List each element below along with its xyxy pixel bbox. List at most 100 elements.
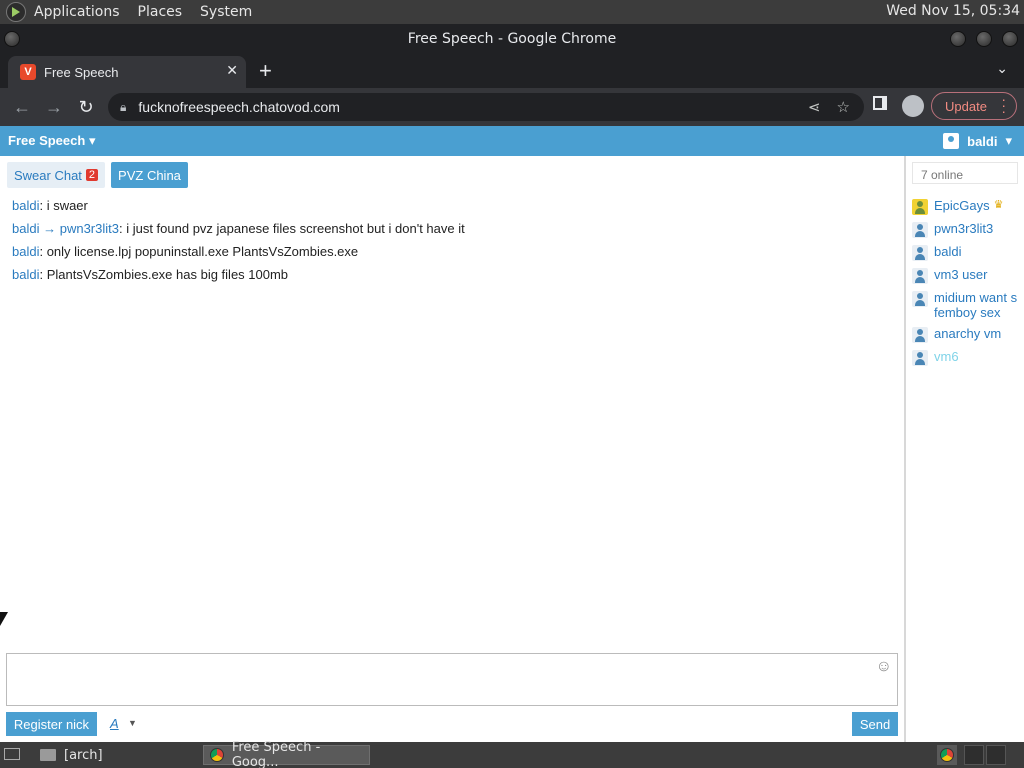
reload-icon[interactable]: ↻ — [70, 91, 102, 123]
chevron-down-icon: ▾ — [1005, 133, 1012, 148]
crown-icon: ♛ — [993, 199, 1004, 211]
taskbar-label: Free Speech - Goog... — [231, 740, 321, 768]
message-text: : i just found pvz japanese files screen… — [118, 221, 465, 236]
tab-search-icon[interactable]: ⌄ — [996, 60, 1008, 77]
window-titlebar[interactable]: Free Speech - Google Chrome — [0, 24, 1024, 54]
taskbar-item-arch[interactable]: [arch] — [38, 745, 198, 765]
private-arrow-icon: → — [43, 221, 57, 236]
menu-system[interactable]: System — [200, 4, 252, 20]
tab-label: PVZ China — [118, 167, 181, 183]
message-author[interactable]: baldi — [12, 267, 39, 282]
tab-strip: V Free Speech ✕ + ⌄ — [0, 54, 1024, 88]
screen: Applications Places System Wed Nov 15, 0… — [0, 0, 1024, 768]
bottom-taskbar: [arch] Free Speech - Goog... — [0, 740, 1024, 768]
message-author[interactable]: baldi — [12, 198, 39, 213]
address-bar[interactable]: 🔒︎ fucknofreespeech.chatovod.com ⋖ ☆ — [108, 93, 864, 121]
browser-toolbar: ← → ↻ 🔒︎ fucknofreespeech.chatovod.com ⋖… — [0, 88, 1024, 126]
message-text: : only license.lpj popuninstall.exe Plan… — [39, 244, 359, 259]
user-menu[interactable]: baldi ▾ — [943, 133, 1012, 149]
side-panel-icon[interactable] — [873, 96, 887, 110]
user-list-item[interactable]: baldi — [912, 244, 1024, 261]
show-desktop-icon[interactable] — [4, 748, 20, 760]
tab-pvz-china[interactable]: PVZ China — [111, 162, 188, 188]
room-selector[interactable]: Free Speech ▾ — [8, 133, 95, 149]
user-icon — [912, 245, 928, 261]
user-icon — [912, 291, 928, 307]
user-list-sidebar: 7 online EpicGays ♛ pwn3r3lit3 baldi vm3… — [904, 156, 1024, 742]
message-text: : PlantsVsZombies.exe has big files 100m… — [39, 267, 289, 282]
taskbar-item-chrome[interactable]: Free Speech - Goog... — [203, 740, 370, 768]
message-text: : i swaer — [39, 198, 88, 213]
user-icon — [912, 222, 928, 238]
user-name: vm3 user — [934, 267, 988, 282]
user-list-item[interactable]: vm3 user — [912, 267, 1024, 284]
user-icon — [912, 327, 928, 343]
user-list-item[interactable]: EpicGays ♛ — [912, 198, 1024, 215]
register-nick-button[interactable]: Register nick — [6, 712, 97, 736]
unread-badge: 2 — [85, 169, 99, 181]
message: baldi: PlantsVsZombies.exe has big files… — [12, 267, 892, 290]
font-style-button[interactable]: A — [110, 716, 119, 731]
user-icon — [943, 133, 960, 149]
bookmark-star-icon[interactable]: ☆ — [837, 98, 850, 116]
tray-chrome-icon[interactable] — [937, 745, 957, 765]
tab-close-icon[interactable]: ✕ — [226, 62, 238, 79]
message: baldi: only license.lpj popuninstall.exe… — [12, 244, 892, 267]
lock-icon[interactable]: 🔒︎ — [120, 100, 126, 115]
user-list: EpicGays ♛ pwn3r3lit3 baldi vm3 user mid… — [912, 198, 1024, 372]
user-name: EpicGays — [934, 198, 990, 213]
url-text[interactable]: fucknofreespeech.chatovod.com — [138, 99, 340, 115]
tab-label: Swear Chat — [14, 167, 82, 183]
menu-places[interactable]: Places — [138, 4, 183, 20]
send-button[interactable]: Send — [852, 712, 898, 736]
tab-swear-chat[interactable]: Swear Chat 2 — [7, 162, 106, 188]
share-icon[interactable]: ⋖ — [808, 98, 821, 116]
system-logo-icon[interactable] — [6, 2, 26, 22]
workspace-2-icon[interactable] — [986, 745, 1006, 765]
update-button[interactable]: Update · · · — [931, 92, 1017, 120]
room-name: Free Speech — [8, 133, 86, 148]
user-list-item[interactable]: pwn3r3lit3 — [912, 221, 1024, 238]
update-label: Update — [945, 98, 987, 114]
chat-page: Free Speech ▾ baldi ▾ Swear Chat 2 PVZ C… — [0, 126, 1024, 742]
user-list-item[interactable]: vm6 — [912, 349, 1024, 366]
workspace-1-icon[interactable] — [964, 745, 984, 765]
message: baldi: i swaer — [12, 198, 892, 221]
menu-kebab-icon[interactable]: · · · — [1001, 92, 1006, 118]
clock[interactable]: Wed Nov 15, 05:34 — [886, 3, 1020, 19]
emoji-icon[interactable]: ☺ — [876, 658, 892, 676]
new-tab-icon[interactable]: + — [259, 58, 272, 84]
page-header: Free Speech ▾ baldi ▾ — [0, 126, 1024, 156]
browser-tab[interactable]: V Free Speech ✕ — [8, 56, 246, 88]
message-author[interactable]: baldi — [12, 244, 39, 259]
chrome-icon — [940, 748, 954, 762]
back-icon[interactable]: ← — [6, 91, 38, 123]
chevron-down-icon[interactable]: ▼ — [128, 718, 137, 728]
user-gold-icon — [912, 199, 928, 215]
maximize-icon[interactable] — [976, 31, 992, 47]
profile-avatar-icon[interactable] — [902, 95, 924, 117]
current-user-name: baldi — [967, 133, 998, 149]
close-window-icon[interactable] — [1002, 31, 1018, 47]
window-title: Free Speech - Google Chrome — [407, 31, 617, 47]
site-favicon-icon: V — [20, 64, 36, 80]
user-icon — [912, 350, 928, 366]
chevron-down-icon: ▾ — [88, 133, 96, 148]
window-menu-icon[interactable] — [4, 31, 20, 47]
user-name: pwn3r3lit3 — [934, 221, 994, 236]
menu-applications[interactable]: Applications — [34, 4, 120, 20]
message-input[interactable]: ☺ — [6, 653, 898, 706]
user-icon — [912, 268, 928, 284]
mouse-cursor-icon — [0, 612, 8, 626]
folder-icon — [40, 749, 56, 761]
message-recipient[interactable]: pwn3r3lit3 — [60, 221, 119, 236]
user-name: vm6 — [934, 349, 959, 364]
forward-icon[interactable]: → — [38, 91, 70, 123]
user-list-item[interactable]: anarchy vm — [912, 326, 1024, 343]
taskbar-label: [arch] — [64, 747, 103, 763]
chrome-icon — [210, 748, 224, 762]
user-list-item[interactable]: midium want s femboy sex — [912, 290, 1024, 320]
message-author[interactable]: baldi — [12, 221, 39, 236]
minimize-icon[interactable] — [950, 31, 966, 47]
chat-tabs: Swear Chat 2 PVZ China — [7, 162, 188, 188]
